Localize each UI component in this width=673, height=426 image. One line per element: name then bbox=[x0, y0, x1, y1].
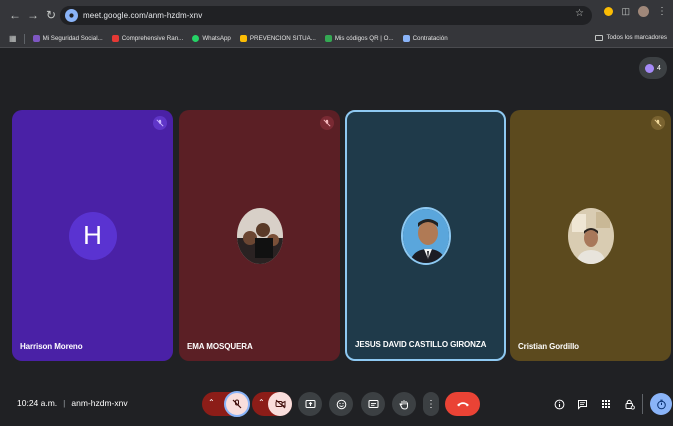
bookmark-item[interactable]: Comprehensive Ran... bbox=[111, 35, 183, 42]
meeting-time: 10:24 a.m. bbox=[17, 398, 58, 408]
mic-control-group: ⌃ bbox=[202, 391, 250, 417]
captions-icon bbox=[368, 400, 378, 408]
camera-off-icon bbox=[275, 399, 285, 409]
participants-chip[interactable]: 4 bbox=[639, 57, 667, 79]
forward-icon[interactable]: → bbox=[24, 6, 42, 24]
raise-hand-button[interactable] bbox=[392, 392, 416, 416]
avatar-photo bbox=[567, 207, 614, 264]
camera-control-group: ⌃ bbox=[252, 392, 292, 416]
present-screen-button[interactable] bbox=[298, 392, 322, 416]
meeting-info: 10:24 a.m. | anm-hzdm-xnv bbox=[17, 398, 128, 408]
participant-name: EMA MOSQUERA bbox=[187, 342, 253, 351]
lock-person-icon bbox=[625, 399, 635, 410]
apps-grid-icon[interactable]: ▦ bbox=[9, 34, 17, 43]
muted-mic-icon bbox=[153, 116, 167, 130]
timer-icon bbox=[656, 399, 666, 409]
info-icon bbox=[554, 399, 564, 409]
chat-button[interactable] bbox=[571, 393, 593, 415]
bookmark-item[interactable]: Contratación bbox=[402, 35, 448, 42]
muted-mic-icon bbox=[651, 116, 665, 130]
mic-toggle-button[interactable] bbox=[224, 391, 250, 417]
companion-timer-button[interactable] bbox=[650, 393, 672, 415]
more-vert-icon: ⋮ bbox=[426, 398, 436, 410]
profile-avatar[interactable] bbox=[638, 6, 649, 17]
captions-button[interactable] bbox=[361, 392, 385, 416]
bookmark-star-icon[interactable]: ☆ bbox=[575, 8, 584, 19]
folder-icon bbox=[595, 34, 604, 41]
reload-icon[interactable]: ↻ bbox=[42, 6, 60, 24]
leave-call-button[interactable] bbox=[445, 392, 480, 416]
avatar-photo bbox=[236, 207, 283, 264]
address-bar[interactable]: meet.google.com/anm-hzdm-xnv ☆ bbox=[60, 6, 592, 25]
extensions-puzzle-icon[interactable]: ◫ bbox=[621, 6, 630, 17]
more-options-button[interactable]: ⋮ bbox=[423, 392, 439, 416]
bookmark-icon bbox=[239, 35, 247, 42]
activities-button[interactable] bbox=[595, 393, 617, 415]
participant-tile[interactable]: Cristian Gordillo bbox=[510, 110, 671, 361]
bookmark-icon bbox=[402, 35, 410, 42]
meeting-code: anm-hzdm-xnv bbox=[71, 398, 128, 408]
bookmark-item[interactable]: PREVENCION SITUA... bbox=[239, 35, 316, 42]
toolbar-icons: ◫ ⋮ bbox=[604, 6, 667, 17]
mic-off-icon bbox=[232, 399, 242, 409]
meeting-controls-bar: 10:24 a.m. | anm-hzdm-xnv ⌃ ⌃ ⋮ bbox=[0, 384, 673, 426]
menu-kebab-icon[interactable]: ⋮ bbox=[657, 6, 667, 17]
camera-options-chevron-icon[interactable]: ⌃ bbox=[258, 398, 265, 407]
all-bookmarks[interactable]: Todos los marcadores bbox=[595, 34, 667, 41]
hand-icon bbox=[399, 399, 408, 410]
whatsapp-icon bbox=[192, 35, 200, 42]
bookmark-icon bbox=[111, 35, 119, 42]
chat-icon bbox=[577, 399, 587, 410]
browser-toolbar: ← → ↻ meet.google.com/anm-hzdm-xnv ☆ ◫ ⋮ bbox=[0, 0, 673, 30]
bookmark-item[interactable]: Mi Seguridad Social... bbox=[32, 35, 103, 42]
participant-tile-active[interactable]: JESUS DAVID CASTILLO GIRONZA bbox=[345, 110, 506, 361]
participant-name: Cristian Gordillo bbox=[518, 342, 579, 351]
url-text[interactable]: meet.google.com/anm-hzdm-xnv bbox=[83, 11, 202, 20]
extension-icon[interactable] bbox=[604, 7, 614, 16]
end-call-icon bbox=[456, 402, 469, 407]
meeting-details-button[interactable] bbox=[548, 393, 570, 415]
avatar-initial: H bbox=[68, 211, 117, 260]
participant-tile[interactable]: H Harrison Moreno bbox=[12, 110, 173, 361]
reactions-button[interactable] bbox=[329, 392, 353, 416]
divider bbox=[642, 394, 643, 414]
bookmark-item[interactable]: Mis códigos QR | O... bbox=[324, 35, 394, 42]
participants-avatars-icon bbox=[645, 63, 655, 73]
divider: | bbox=[63, 398, 66, 408]
apps-grid-icon bbox=[602, 400, 610, 408]
bookmark-icon bbox=[32, 35, 40, 42]
back-icon[interactable]: ← bbox=[6, 6, 24, 24]
site-info-icon[interactable] bbox=[65, 9, 78, 22]
camera-toggle-button[interactable] bbox=[268, 392, 292, 416]
bookmark-item[interactable]: WhatsApp bbox=[192, 35, 231, 42]
participant-tile[interactable]: EMA MOSQUERA bbox=[179, 110, 340, 361]
bookmarks-bar: ▦ Mi Seguridad Social... Comprehensive R… bbox=[0, 30, 673, 48]
participant-name: JESUS DAVID CASTILLO GIRONZA bbox=[355, 340, 487, 349]
participant-name: Harrison Moreno bbox=[20, 342, 83, 351]
muted-mic-icon bbox=[320, 116, 334, 130]
emoji-icon bbox=[336, 399, 346, 409]
mic-options-chevron-icon[interactable]: ⌃ bbox=[208, 398, 215, 407]
qr-icon bbox=[324, 35, 332, 42]
avatar-photo bbox=[400, 206, 451, 265]
host-controls-button[interactable] bbox=[618, 393, 640, 415]
present-screen-icon bbox=[305, 400, 315, 408]
